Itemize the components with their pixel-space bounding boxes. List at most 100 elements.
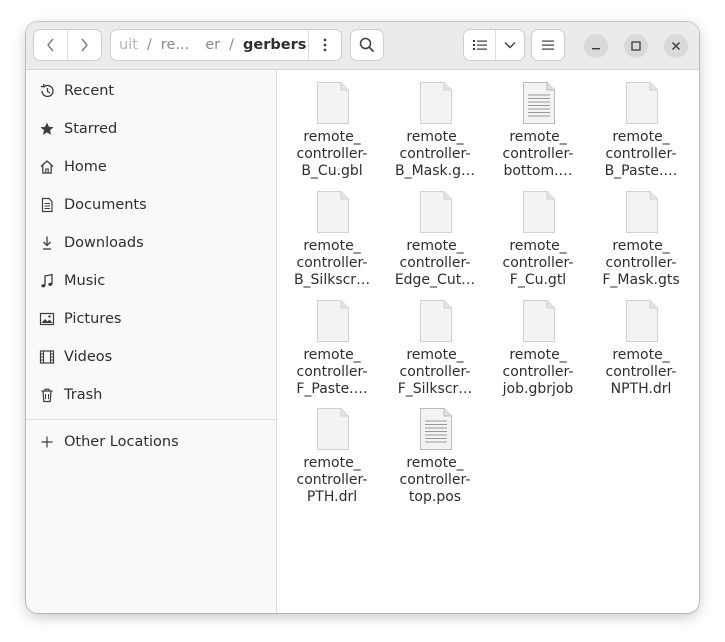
minimize-icon xyxy=(592,48,600,50)
file-item[interactable]: remote_ controller- B_Silkscr… xyxy=(282,182,382,288)
chevron-right-icon xyxy=(81,38,89,52)
chevron-down-icon xyxy=(504,42,516,49)
file-icon xyxy=(420,300,452,342)
file-name: remote_ controller- F_Silkscr… xyxy=(397,347,473,397)
file-name: remote_ controller- F_Cu.gtl xyxy=(502,238,574,288)
view-switcher xyxy=(463,29,525,61)
file-item[interactable]: remote_ controller- F_Mask.gts xyxy=(591,182,691,288)
file-item[interactable]: remote_ controller- F_Cu.gtl xyxy=(488,182,588,288)
file-icon xyxy=(626,82,658,124)
file-icon xyxy=(317,82,349,124)
sidebar-item-label: Starred xyxy=(64,121,118,137)
sidebar-item-documents[interactable]: Documents xyxy=(26,187,276,223)
view-options-button[interactable] xyxy=(496,30,524,60)
file-name: remote_ controller- B_Cu.gbl xyxy=(296,129,368,179)
home-icon xyxy=(40,160,54,174)
path-separator: / xyxy=(229,37,234,53)
film-icon xyxy=(39,350,55,364)
list-view-button[interactable] xyxy=(464,30,495,60)
header-bar: uit / re... er / gerbers xyxy=(26,22,699,70)
file-item[interactable]: remote_ controller- PTH.drl xyxy=(282,399,382,505)
file-name: remote_ controller- job.gbrjob xyxy=(502,347,574,397)
text-file-icon xyxy=(523,82,555,124)
path-crumb-current[interactable]: gerbers xyxy=(243,37,306,53)
text-file-icon xyxy=(420,408,452,450)
plus-icon xyxy=(41,436,53,448)
sidebar-item-downloads[interactable]: Downloads xyxy=(26,225,276,261)
file-item[interactable]: remote_ controller- Edge_Cut… xyxy=(385,182,485,288)
file-item[interactable]: remote_ controller- job.gbrjob xyxy=(488,291,588,397)
sidebar-item-pictures[interactable]: Pictures xyxy=(26,301,276,337)
file-manager-window: uit / re... er / gerbers Recent Starred … xyxy=(26,22,699,613)
sidebar-item-starred[interactable]: Starred xyxy=(26,111,276,147)
file-icon xyxy=(317,408,349,450)
sidebar-item-label: Videos xyxy=(64,349,113,365)
file-name: remote_ controller- B_Silkscr… xyxy=(293,238,371,288)
path-menu-button[interactable] xyxy=(308,30,341,60)
search-button[interactable] xyxy=(350,29,384,61)
maximize-icon xyxy=(631,41,641,51)
sidebar-item-label: Trash xyxy=(64,387,103,403)
file-item[interactable]: remote_ controller- B_Paste.… xyxy=(591,73,691,179)
download-icon xyxy=(43,236,51,250)
music-note-icon xyxy=(41,273,53,288)
recent-clock-icon xyxy=(40,83,54,98)
file-item[interactable]: remote_ controller- B_Mask.g… xyxy=(385,73,485,179)
picture-icon xyxy=(39,312,55,326)
minimize-button[interactable] xyxy=(584,34,608,58)
hamburger-menu-icon xyxy=(542,40,554,50)
sidebar-item-recent[interactable]: Recent xyxy=(26,73,276,109)
sidebar-item-videos[interactable]: Videos xyxy=(26,339,276,375)
sidebar-item-label: Home xyxy=(64,159,107,175)
file-item[interactable]: remote_ controller- bottom.… xyxy=(488,73,588,179)
file-icon xyxy=(523,191,555,233)
sidebar-item-label: Downloads xyxy=(64,235,144,251)
path-separator: / xyxy=(146,37,152,53)
file-icon xyxy=(420,82,452,124)
trash-icon xyxy=(41,388,53,403)
file-name: remote_ controller- Edge_Cut… xyxy=(394,238,476,288)
sidebar-item-label: Other Locations xyxy=(64,434,179,450)
path-bar: uit / re... er / gerbers xyxy=(110,29,342,61)
close-icon xyxy=(671,41,681,51)
file-name: remote_ controller- bottom.… xyxy=(502,129,574,179)
list-view-icon xyxy=(472,40,487,50)
file-item[interactable]: remote_ controller- F_Paste.… xyxy=(282,291,382,397)
file-icon xyxy=(317,300,349,342)
file-grid: remote_ controller- B_Cu.gbl remote_ cont… xyxy=(277,70,699,613)
file-icon xyxy=(626,191,658,233)
file-item[interactable]: remote_ controller- top.pos xyxy=(385,399,485,505)
file-item[interactable]: remote_ controller- F_Silkscr… xyxy=(385,291,485,397)
sidebar-item-music[interactable]: Music xyxy=(26,263,276,299)
path-crumb-2[interactable]: re... xyxy=(161,37,189,53)
document-icon xyxy=(41,197,53,213)
maximize-button[interactable] xyxy=(624,34,648,58)
chevron-left-icon xyxy=(46,38,54,52)
file-item[interactable]: remote_ controller- B_Cu.gbl xyxy=(282,73,382,179)
sidebar-item-trash[interactable]: Trash xyxy=(26,377,276,413)
path-crumb-1[interactable]: uit xyxy=(119,37,138,53)
file-name: remote_ controller- F_Mask.gts xyxy=(602,238,680,288)
file-name: remote_ controller- NPTH.drl xyxy=(605,347,677,397)
sidebar-item-other-locations[interactable]: Other Locations xyxy=(26,424,276,460)
file-name: remote_ controller- B_Mask.g… xyxy=(394,129,475,179)
sidebar-item-home[interactable]: Home xyxy=(26,149,276,185)
forward-button[interactable] xyxy=(68,30,101,60)
file-icon xyxy=(420,191,452,233)
path-crumb-3[interactable]: er xyxy=(205,37,220,53)
back-button[interactable] xyxy=(34,30,67,60)
sidebar-item-label: Music xyxy=(64,273,106,289)
file-name: remote_ controller- B_Paste.… xyxy=(604,129,678,179)
file-icon xyxy=(317,191,349,233)
close-button[interactable] xyxy=(664,34,688,58)
navigation-buttons xyxy=(33,29,102,61)
main-menu-button[interactable] xyxy=(531,29,565,61)
file-icon xyxy=(523,300,555,342)
star-icon xyxy=(40,122,54,135)
file-name: remote_ controller- top.pos xyxy=(399,455,471,505)
file-item[interactable]: remote_ controller- NPTH.drl xyxy=(591,291,691,397)
sidebar-item-label: Recent xyxy=(64,83,115,99)
sidebar-divider xyxy=(26,419,276,420)
sidebar: Recent Starred Home Documents Downloads … xyxy=(26,70,277,613)
sidebar-item-label: Documents xyxy=(64,197,147,213)
